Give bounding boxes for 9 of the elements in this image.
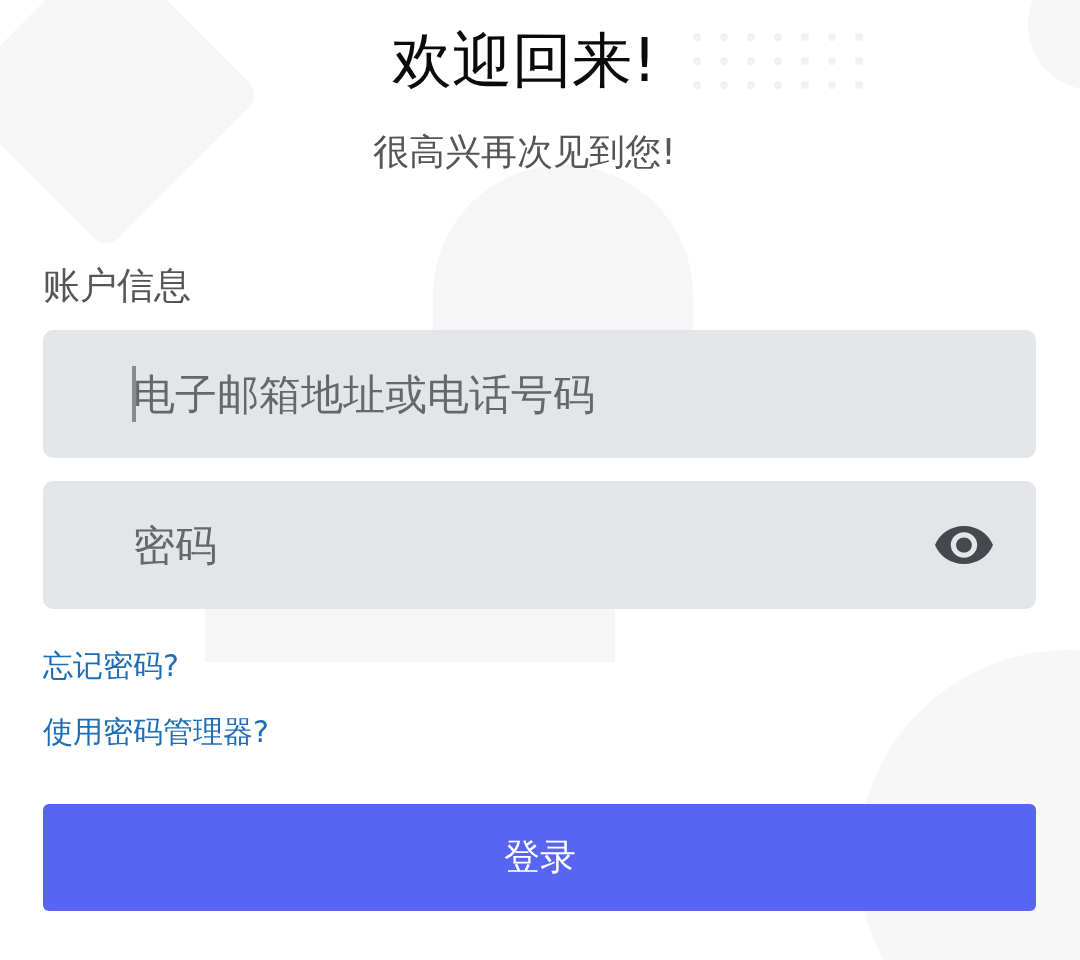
login-button[interactable]: 登录 bbox=[43, 804, 1036, 911]
text-link[interactable]: 使用密码管理器? bbox=[43, 712, 269, 752]
account-field[interactable]: 电子邮箱地址或电话号码 bbox=[43, 330, 1036, 458]
section-label: 账户信息 bbox=[43, 264, 191, 308]
eye-icon[interactable] bbox=[935, 526, 993, 564]
text-link[interactable]: 忘记密码? bbox=[43, 646, 179, 686]
password-field[interactable]: 密码 bbox=[43, 481, 1036, 609]
welcome-title: 欢迎回来! bbox=[392, 24, 657, 96]
welcome-subtitle: 很高兴再次见到您! bbox=[373, 130, 676, 174]
